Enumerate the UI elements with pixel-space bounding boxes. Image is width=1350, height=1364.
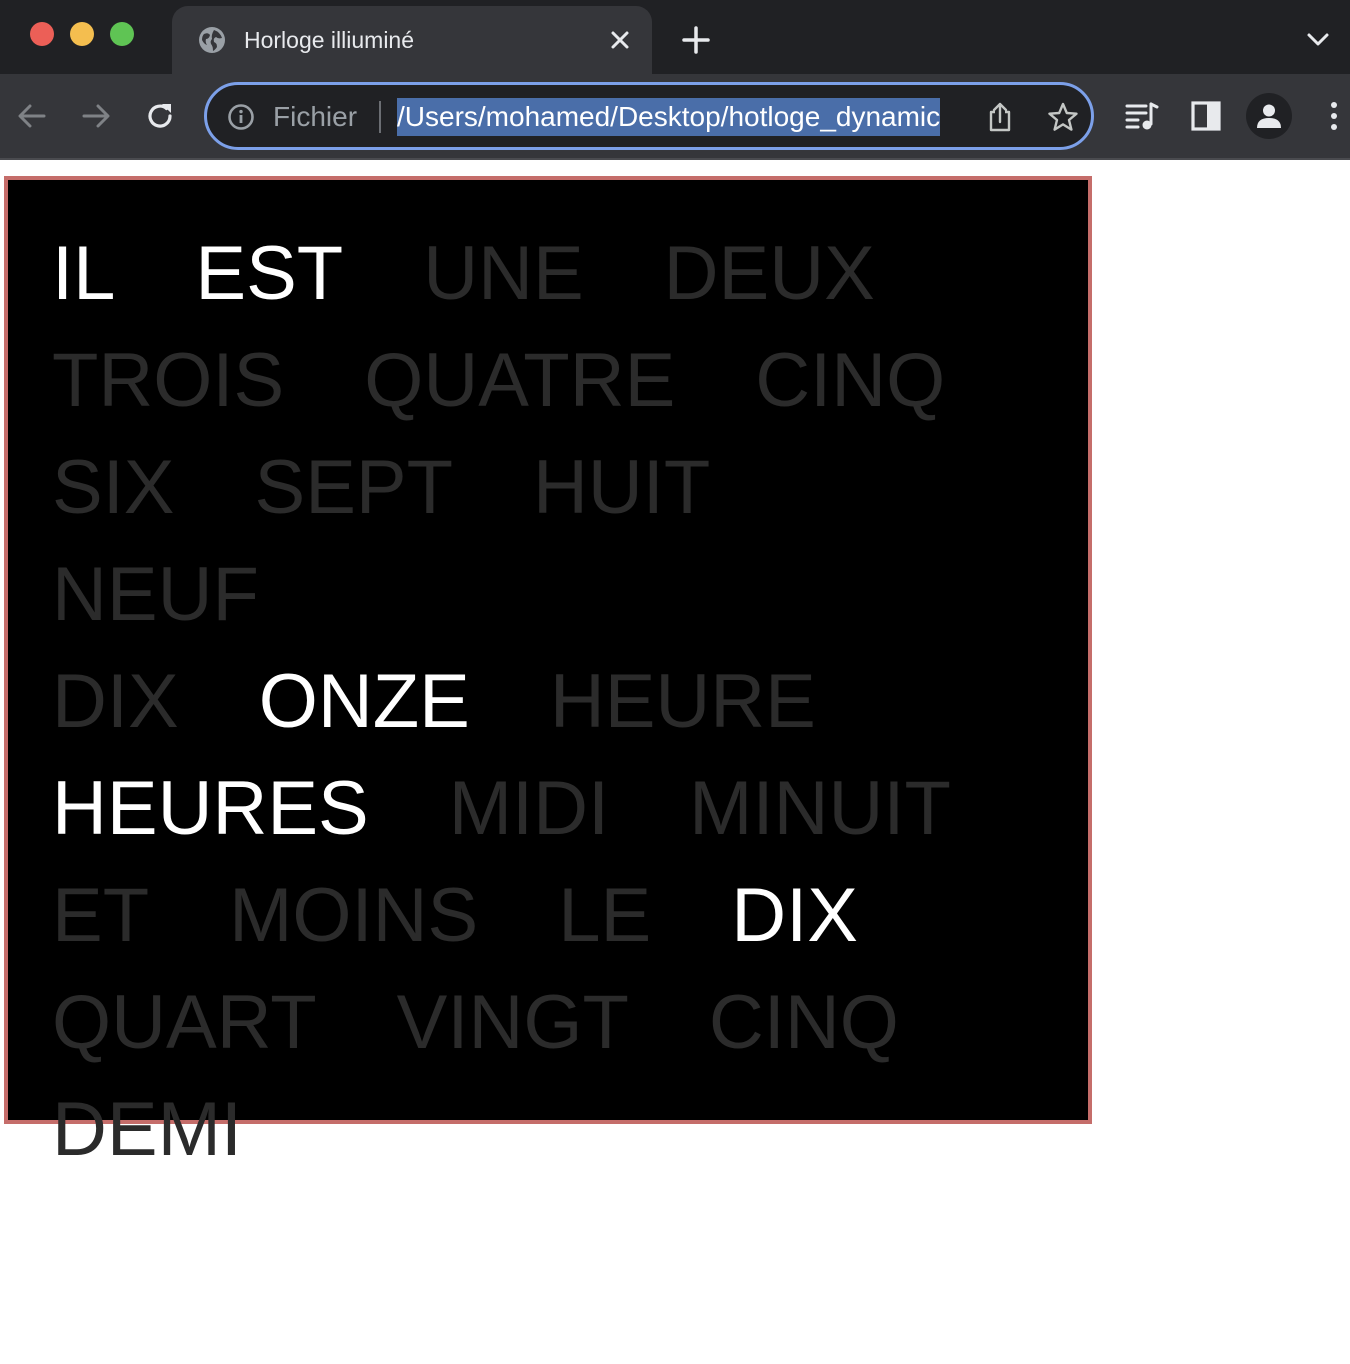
active-tab[interactable]: Horloge illiuminé — [172, 6, 652, 74]
clock-word-dix-minutes: DIX — [731, 873, 858, 958]
clock-word-heures: HEURES — [52, 766, 369, 851]
browser-toolbar: Fichier /Users/mohamed/Desktop/hotloge_d… — [0, 74, 1350, 160]
clock-word-minuit: MINUIT — [689, 766, 951, 851]
back-arrow-icon[interactable] — [16, 100, 48, 132]
clock-word-trois: TROIS — [52, 338, 285, 423]
info-icon[interactable] — [227, 103, 255, 131]
tab-title: Horloge illiuminé — [244, 27, 415, 53]
clock-word-cinq-hour: CINQ — [755, 338, 946, 423]
divider — [379, 101, 381, 133]
clock-word-heure: HEURE — [549, 659, 816, 744]
clock-word-deux: DEUX — [663, 231, 875, 316]
clock-word-dix-hour: DIX — [52, 659, 179, 744]
minimize-window-button[interactable] — [70, 22, 94, 46]
clock-word-cinq-minutes: CINQ — [708, 980, 899, 1065]
tab-strip: Horloge illiuminé — [0, 0, 1350, 74]
clock-word-il: IL — [52, 231, 116, 316]
more-vert-icon[interactable] — [1316, 98, 1350, 134]
clock-word-grid: IL EST UNE DEUX TROIS QUATRE CINQ SIX SE… — [52, 220, 1062, 1183]
globe-icon — [199, 27, 225, 53]
forward-arrow-icon[interactable] — [80, 100, 112, 132]
star-icon[interactable] — [1047, 101, 1079, 133]
media-control-icon[interactable] — [1124, 98, 1160, 134]
profile-icon — [1257, 104, 1281, 128]
clock-word-une: UNE — [423, 231, 584, 316]
share-icon[interactable] — [985, 101, 1015, 133]
word-clock: IL EST UNE DEUX TROIS QUATRE CINQ SIX SE… — [4, 176, 1092, 1172]
zoom-window-button[interactable] — [110, 22, 134, 46]
plus-icon[interactable] — [682, 26, 710, 54]
clock-word-quart: QUART — [52, 980, 317, 1065]
clock-word-moins: MOINS — [229, 873, 479, 958]
avatar[interactable] — [1246, 93, 1292, 139]
address-bar[interactable]: Fichier /Users/mohamed/Desktop/hotloge_d… — [204, 82, 1094, 150]
chevron-down-icon[interactable] — [1306, 30, 1330, 50]
clock-word-onze: ONZE — [258, 659, 470, 744]
clock-word-six: SIX — [52, 445, 175, 530]
clock-word-et: ET — [52, 873, 150, 958]
clock-word-huit: HUIT — [533, 445, 711, 530]
side-panel-icon[interactable] — [1188, 98, 1224, 134]
clock-word-demi: DEMI — [52, 1087, 242, 1172]
clock-word-sept: SEPT — [254, 445, 454, 530]
url-text[interactable]: /Users/mohamed/Desktop/hotloge_dynamic — [397, 98, 941, 136]
scheme-label: Fichier — [273, 101, 358, 132]
clock-word-le: LE — [558, 873, 652, 958]
clock-word-midi: MIDI — [448, 766, 610, 851]
close-window-button[interactable] — [30, 22, 54, 46]
close-icon[interactable] — [608, 28, 632, 52]
clock-word-est: EST — [195, 231, 344, 316]
reload-icon[interactable] — [144, 100, 176, 132]
clock-word-quatre: QUATRE — [364, 338, 676, 423]
clock-word-vingt: VINGT — [396, 980, 629, 1065]
clock-word-neuf: NEUF — [52, 552, 259, 637]
